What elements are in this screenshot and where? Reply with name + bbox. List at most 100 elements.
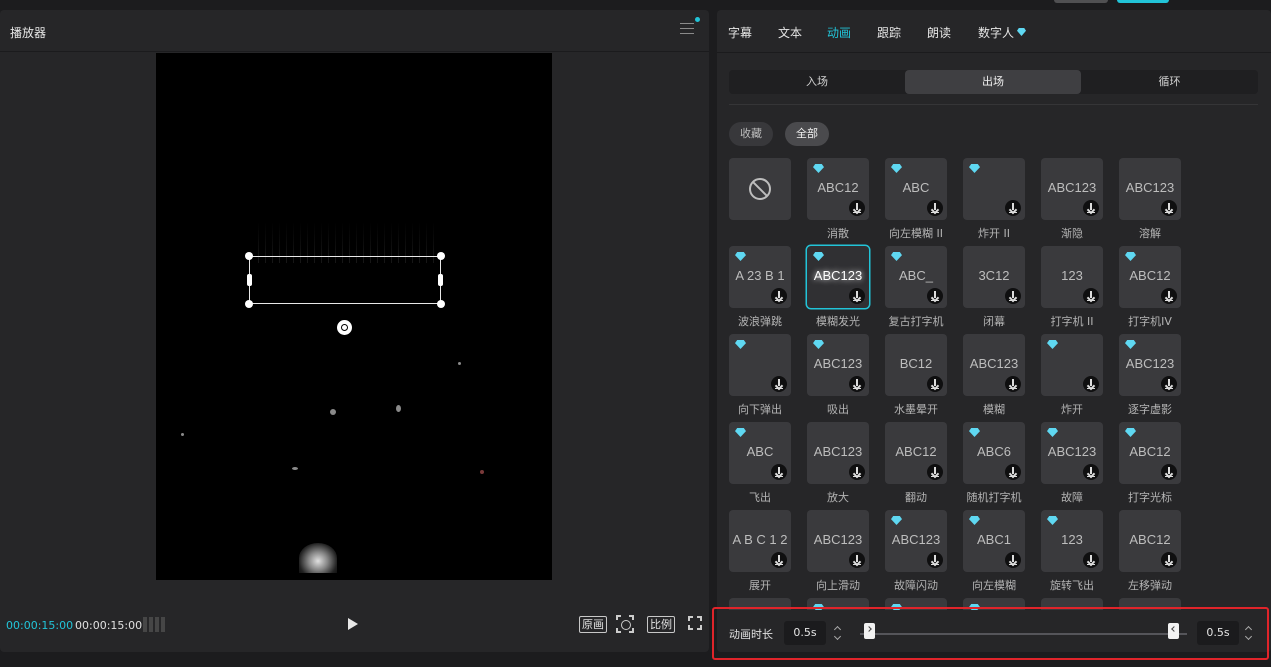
effect-tile[interactable]: ABC1 [963, 510, 1025, 572]
effect-tile[interactable]: ABC [885, 158, 947, 220]
download-icon[interactable] [1161, 376, 1177, 392]
duration-end-input[interactable]: 0.5s [1197, 621, 1239, 645]
fullscreen-icon[interactable] [688, 616, 702, 630]
tab-read-aloud[interactable]: 朗读 [927, 24, 951, 41]
effect-tile[interactable]: ABC123 [807, 334, 869, 396]
timeline-frames-icon[interactable] [143, 617, 165, 632]
download-icon[interactable] [1083, 200, 1099, 216]
download-icon[interactable] [771, 376, 787, 392]
resize-handle-left[interactable] [247, 274, 252, 286]
duration-start-input[interactable]: 0.5s [784, 621, 826, 645]
filter-all[interactable]: 全部 [785, 122, 829, 146]
effect-tile[interactable]: ABC123 [885, 510, 947, 572]
download-icon[interactable] [1161, 200, 1177, 216]
tab-tracking[interactable]: 跟踪 [877, 24, 901, 41]
download-icon[interactable] [927, 288, 943, 304]
download-icon[interactable] [1005, 464, 1021, 480]
download-icon[interactable] [1083, 464, 1099, 480]
effect-tile[interactable] [963, 158, 1025, 220]
resize-handle-bottom-right[interactable] [437, 300, 445, 308]
effect-tile[interactable]: ABC12 [1119, 422, 1181, 484]
download-icon[interactable] [849, 200, 865, 216]
effect-tile[interactable]: ABC123 [1119, 334, 1181, 396]
download-icon[interactable] [927, 376, 943, 392]
download-icon[interactable] [1083, 288, 1099, 304]
resize-handle-top-left[interactable] [245, 252, 253, 260]
effect-tile[interactable] [1041, 334, 1103, 396]
effect-tile[interactable] [729, 598, 791, 610]
resize-handle-right[interactable] [438, 274, 443, 286]
download-icon[interactable] [1083, 552, 1099, 568]
download-icon[interactable] [1161, 288, 1177, 304]
download-icon[interactable] [1005, 288, 1021, 304]
tab-text[interactable]: 文本 [778, 24, 802, 41]
download-icon[interactable] [771, 288, 787, 304]
download-icon[interactable] [1005, 200, 1021, 216]
duration-slider-left-handle[interactable] [864, 623, 875, 639]
effect-tile[interactable] [807, 598, 869, 610]
effect-tile[interactable] [1041, 598, 1103, 610]
effect-tile[interactable]: ABC12 [885, 422, 947, 484]
segment-loop[interactable]: 循环 [1081, 70, 1258, 94]
effect-tile[interactable]: ABC123 [963, 334, 1025, 396]
duration-slider-right-handle[interactable] [1168, 623, 1179, 639]
effect-tile[interactable] [963, 598, 1025, 610]
duration-start-stepper[interactable] [834, 624, 842, 642]
download-icon[interactable] [1161, 464, 1177, 480]
download-icon[interactable] [849, 464, 865, 480]
text-selection-box[interactable] [245, 252, 445, 308]
effect-tile[interactable]: 3C12 [963, 246, 1025, 308]
effect-tile[interactable]: ABC123 [1119, 158, 1181, 220]
download-icon[interactable] [1083, 376, 1099, 392]
duration-end-stepper[interactable] [1245, 624, 1253, 642]
toolbar-button[interactable] [1054, 0, 1108, 3]
original-quality-button[interactable]: 原画 [579, 616, 607, 633]
download-icon[interactable] [1005, 552, 1021, 568]
effect-tile[interactable]: A B C 1 2 [729, 510, 791, 572]
export-button[interactable] [1117, 0, 1169, 3]
effect-tile[interactable]: BC12 [885, 334, 947, 396]
resize-handle-top-right[interactable] [437, 252, 445, 260]
effect-tile[interactable]: ABC6 [963, 422, 1025, 484]
download-icon[interactable] [771, 464, 787, 480]
segment-out[interactable]: 出场 [905, 70, 1081, 94]
effect-tile[interactable]: ABC12 [1119, 246, 1181, 308]
effect-tile[interactable]: ABC123 [807, 422, 869, 484]
tab-digital-human[interactable]: 数字人 [978, 24, 1027, 41]
effect-tile[interactable] [885, 598, 947, 610]
duration-slider-track[interactable] [860, 633, 1187, 635]
effect-tile[interactable] [729, 334, 791, 396]
download-icon[interactable] [849, 288, 865, 304]
effect-tile[interactable]: ABC [729, 422, 791, 484]
download-icon[interactable] [771, 552, 787, 568]
effect-tile[interactable]: A 23 B 1 [729, 246, 791, 308]
menu-icon[interactable] [680, 23, 694, 35]
segment-in[interactable]: 入场 [729, 70, 905, 94]
no-animation-option[interactable] [729, 158, 791, 220]
download-icon[interactable] [1005, 376, 1021, 392]
download-icon[interactable] [849, 552, 865, 568]
download-icon[interactable] [927, 552, 943, 568]
ratio-button[interactable]: 比例 [647, 616, 675, 633]
download-icon[interactable] [927, 464, 943, 480]
rotate-icon[interactable] [337, 320, 352, 335]
focus-icon[interactable] [616, 615, 634, 633]
effect-tile[interactable]: 123 [1041, 246, 1103, 308]
download-icon[interactable] [849, 376, 865, 392]
effect-tile[interactable]: ABC123 [1041, 158, 1103, 220]
effect-tile[interactable]: ABC123 [807, 510, 869, 572]
effect-tile[interactable]: ABC123 [1041, 422, 1103, 484]
effect-tile[interactable]: 123 [1041, 510, 1103, 572]
tab-subtitles[interactable]: 字幕 [728, 24, 752, 41]
effect-tile[interactable]: ABC123 [807, 246, 869, 308]
effect-tile[interactable]: ABC12 [1119, 510, 1181, 572]
play-icon[interactable] [348, 618, 358, 630]
effect-tile[interactable]: ABC12 [807, 158, 869, 220]
filter-favorites[interactable]: 收藏 [729, 122, 773, 146]
tab-animation[interactable]: 动画 [827, 24, 851, 41]
effect-tile[interactable]: ABC_ [885, 246, 947, 308]
resize-handle-bottom-left[interactable] [245, 300, 253, 308]
effect-tile[interactable] [1119, 598, 1181, 610]
download-icon[interactable] [927, 200, 943, 216]
video-canvas[interactable] [156, 53, 552, 580]
